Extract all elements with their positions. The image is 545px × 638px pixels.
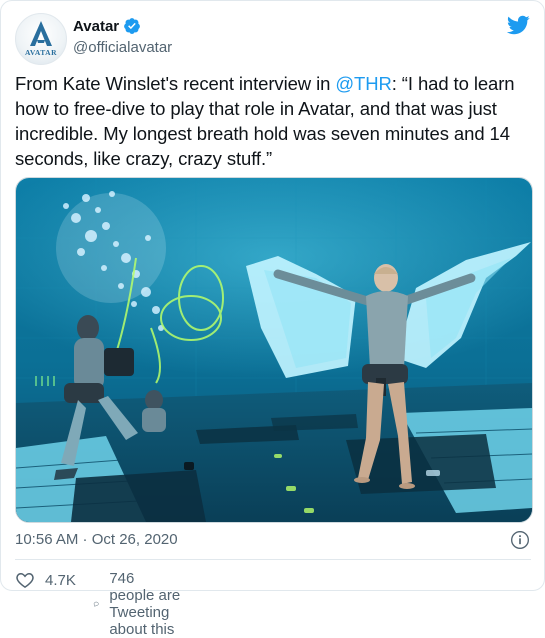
tweeting-about-link[interactable]: 746 people are Tweeting about this (93, 570, 183, 638)
tweet-photo[interactable] (15, 177, 533, 523)
divider (15, 559, 531, 560)
tweet-card: AVATAR Avatar @officialavatar From Kate … (0, 0, 545, 638)
twitter-bird-icon[interactable] (505, 13, 531, 37)
tweet-header: AVATAR Avatar @officialavatar (15, 13, 535, 65)
tweet-timestamp[interactable]: 10:56 AM · Oct 26, 2020 (15, 531, 178, 548)
display-name-text: Avatar (73, 17, 120, 35)
tweeting-about-text: 746 people are Tweeting about this (109, 570, 181, 638)
tweet-text-start: From Kate Winslet's recent interview in (15, 73, 336, 94)
avatar[interactable]: AVATAR (15, 13, 67, 65)
like-button[interactable]: 4.7K (15, 570, 76, 590)
avatar-wordmark: AVATAR (25, 48, 57, 57)
speech-bubble-icon (93, 601, 99, 607)
like-count: 4.7K (45, 571, 76, 589)
display-name[interactable]: Avatar (73, 17, 141, 35)
mention-link[interactable]: @THR (335, 73, 392, 94)
account-names: Avatar @officialavatar (73, 17, 172, 56)
avatar-logo: AVATAR (25, 21, 57, 57)
account-handle[interactable]: @officialavatar (73, 39, 172, 56)
tweet-text: From Kate Winslet's recent interview in … (15, 71, 535, 171)
heart-icon (16, 572, 34, 588)
underwater-scene-image (16, 178, 532, 522)
info-icon[interactable] (510, 530, 530, 550)
verified-badge-icon (124, 18, 141, 34)
